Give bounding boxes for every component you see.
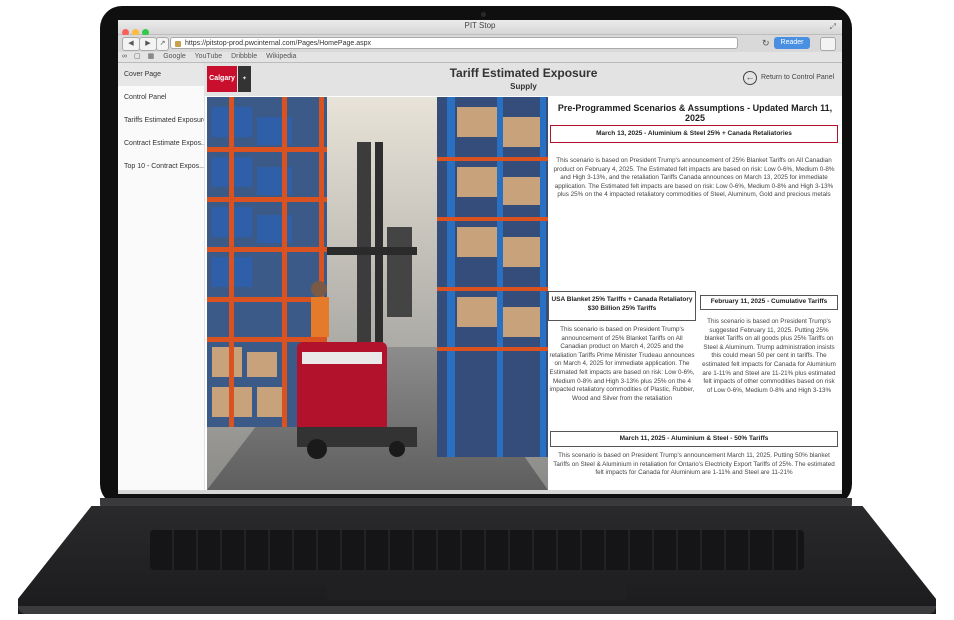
back-arrow-icon[interactable]: ← [743,71,757,85]
share-tab-button[interactable]: ↗ [156,37,169,51]
scenarios-title: Pre-Programmed Scenarios & Assumptions -… [557,103,833,123]
browser-toolbar: ◀ ▶ ↗ https://pitstop-prod.pwcinternal.c… [118,35,842,52]
window-title: PIT Stop [464,21,496,30]
top-sites-icon[interactable]: ▦ [148,53,155,60]
bookmarks-bar: ∞ ▢ ▦ Google YouTube Dribbble Wikipedia [118,52,842,63]
sidebar-item-tariffs-estimated-exposure[interactable]: Tariffs Estimated Exposure [118,109,204,132]
bookmark-google[interactable]: Google [163,53,186,60]
scenario-3-heading[interactable]: February 11, 2025 - Cumulative Tariffs [700,295,838,310]
forward-button[interactable]: ▶ [139,37,157,51]
reload-icon[interactable]: ↻ [762,38,770,49]
scenarios-panel: Pre-Programmed Scenarios & Assumptions -… [548,97,842,490]
laptop-keyboard [150,530,804,570]
scenario-4-text: This scenario is based on President Trum… [553,452,835,477]
back-button[interactable]: ◀ [122,37,140,51]
window-titlebar: PIT Stop ⤢ [118,20,842,36]
sidebar-item-top-10-contract-exposure[interactable]: Top 10 - Contract Expos... [118,155,204,178]
laptop-trackpad [327,576,627,600]
reader-button[interactable]: Reader [774,37,810,49]
address-bar[interactable]: https://pitstop-prod.pwcinternal.com/Pag… [170,37,738,49]
scenario-1-heading[interactable]: March 13, 2025 - Aluminium & Steel 25% +… [550,125,838,143]
bookmark-dribbble[interactable]: Dribbble [231,53,257,60]
laptop-screen: PIT Stop ⤢ ◀ ▶ ↗ https://pitstop-prod.pw… [118,20,842,494]
scenario-2-text: This scenario is based on President Trum… [549,326,695,402]
downloads-button[interactable] [820,37,836,51]
scenario-4-heading[interactable]: March 11, 2025 - Aluminium & Steel - 50%… [550,431,838,447]
lock-icon [175,41,181,47]
bookmark-wikipedia[interactable]: Wikipedia [266,53,296,60]
warehouse-forklift-image [207,97,548,490]
laptop-base-edge [18,606,936,614]
sidebar-item-cover-page[interactable]: Cover Page [118,63,204,86]
address-url: https://pitstop-prod.pwcinternal.com/Pag… [185,40,371,47]
sidebar-item-contract-estimate-exposure[interactable]: Contract Estimate Expos... [118,132,204,155]
sidebar-item-control-panel[interactable]: Control Panel [118,86,204,109]
webcam [481,12,486,17]
scenario-2-heading[interactable]: USA Blanket 25% Tariffs + Canada Retalia… [548,291,696,321]
status-bar [118,490,842,494]
page-header: Calgary ✦ Tariff Estimated Exposure Supp… [205,63,842,96]
reading-list-icon[interactable]: ∞ [122,53,127,60]
return-to-control-panel-link[interactable]: Return to Control Panel [761,74,834,81]
bookmark-youtube[interactable]: YouTube [195,53,223,60]
sidebar: Cover Page Control Panel Tariffs Estimat… [118,63,205,494]
bookmarks-icon[interactable]: ▢ [134,53,141,60]
fullscreen-icon[interactable]: ⤢ [830,22,836,32]
scenario-1-text: This scenario is based on President Trum… [553,157,835,199]
scenario-3-text: This scenario is based on President Trum… [702,318,836,394]
